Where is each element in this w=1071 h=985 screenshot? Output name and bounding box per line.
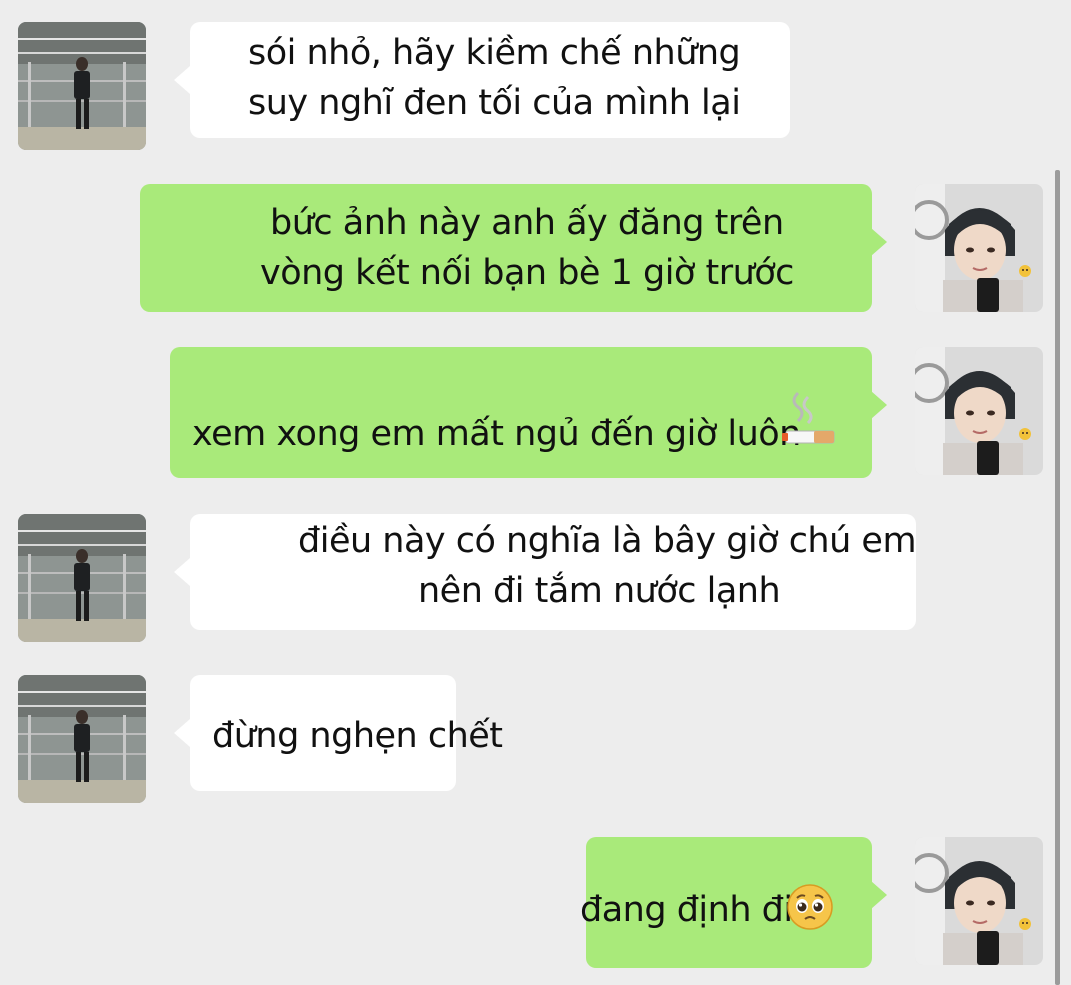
self-photo-icon (915, 184, 1043, 312)
contact-photo-icon (18, 675, 146, 803)
message-text: sói nhỏ, hãy kiềm chế những (248, 33, 741, 73)
message-text: điều này có nghĩa là bây giờ chú em (298, 521, 917, 561)
scrollbar[interactable] (1055, 170, 1060, 985)
message-text: nên đi tắm nước lạnh (418, 571, 781, 611)
bubble-tail (174, 66, 190, 94)
message-text: bức ảnh này anh ấy đăng trên (270, 203, 784, 243)
contact-avatar[interactable] (18, 22, 146, 150)
message-bubble-incoming[interactable]: đừng nghẹn chết (190, 675, 503, 791)
smoking-icon (780, 387, 838, 449)
bubble-tail (174, 558, 190, 586)
message-bubble-outgoing[interactable]: bức ảnh này anh ấy đăng trên vòng kết nố… (140, 184, 872, 312)
message-text: đừng nghẹn chết (212, 716, 503, 756)
contact-avatar[interactable] (18, 514, 146, 642)
contact-avatar[interactable] (18, 675, 146, 803)
message-bubble-outgoing[interactable]: đang định đi (580, 837, 872, 968)
pleading-face-icon (786, 883, 834, 931)
bubble-tail (871, 228, 887, 256)
self-photo-icon (915, 837, 1043, 965)
message-text: vòng kết nối bạn bè 1 giờ trước (260, 253, 794, 293)
self-avatar[interactable] (915, 184, 1043, 312)
chat-window: sói nhỏ, hãy kiềm chế những suy nghĩ đen… (0, 0, 1071, 985)
self-photo-icon (915, 347, 1043, 475)
message-text: suy nghĩ đen tối của mình lại (248, 83, 741, 123)
bubble-tail (871, 391, 887, 419)
message-bubble-outgoing[interactable]: xem xong em mất ngủ đến giờ luôn (170, 347, 872, 478)
contact-photo-icon (18, 514, 146, 642)
bubble-tail (174, 719, 190, 747)
self-avatar[interactable] (915, 837, 1043, 965)
bubble-tail (871, 881, 887, 909)
contact-photo-icon (18, 22, 146, 150)
self-avatar[interactable] (915, 347, 1043, 475)
message-text: đang định đi (580, 890, 793, 930)
message-bubble-incoming[interactable]: điều này có nghĩa là bây giờ chú em nên … (190, 514, 917, 630)
message-bubble-incoming[interactable]: sói nhỏ, hãy kiềm chế những suy nghĩ đen… (190, 22, 790, 138)
message-text: xem xong em mất ngủ đến giờ luôn (192, 414, 801, 454)
